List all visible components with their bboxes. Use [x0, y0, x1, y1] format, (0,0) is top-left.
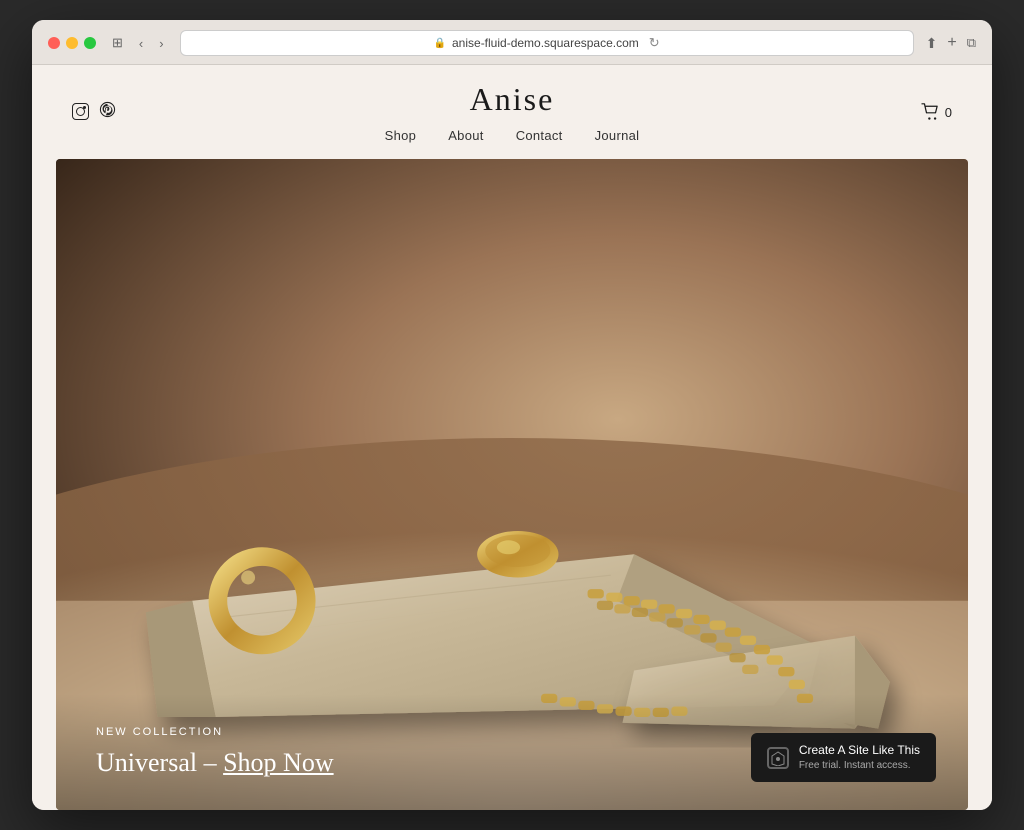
site-title: Anise — [470, 81, 555, 118]
badge-text: Create A Site Like This Free trial. Inst… — [799, 743, 920, 772]
traffic-lights — [48, 37, 96, 49]
social-icons — [72, 101, 116, 123]
badge-subtitle: Free trial. Instant access. — [799, 759, 920, 772]
cart-icon — [921, 103, 941, 121]
squarespace-logo — [767, 747, 789, 769]
nav-about[interactable]: About — [448, 128, 483, 143]
site-header: Anise 0 Shop About Contact Journal — [32, 65, 992, 159]
nav-contact[interactable]: Contact — [516, 128, 563, 143]
nav-shop[interactable]: Shop — [385, 128, 417, 143]
shop-now-button[interactable]: Shop Now — [223, 748, 334, 777]
hero-section: NEW COLLECTION Universal – Shop Now Crea… — [56, 159, 968, 810]
minimize-button[interactable] — [66, 37, 78, 49]
browser-chrome: ⊞ ‹ › 🔒 anise-fluid-demo.squarespace.com… — [32, 20, 992, 65]
browser-actions: ⬆ + ⧉ — [926, 34, 976, 52]
url-text: anise-fluid-demo.squarespace.com — [452, 36, 639, 50]
website-content: Anise 0 Shop About Contact Journal — [32, 65, 992, 810]
instagram-link[interactable] — [72, 103, 89, 121]
badge-title: Create A Site Like This — [799, 743, 920, 759]
cart-area[interactable]: 0 — [921, 103, 952, 121]
close-button[interactable] — [48, 37, 60, 49]
tagline-prefix: Universal – — [96, 748, 223, 777]
refresh-icon[interactable]: ↻ — [649, 35, 660, 51]
address-bar[interactable]: 🔒 anise-fluid-demo.squarespace.com ↻ — [180, 30, 914, 56]
browser-window: ⊞ ‹ › 🔒 anise-fluid-demo.squarespace.com… — [32, 20, 992, 810]
fullscreen-button[interactable] — [84, 37, 96, 49]
site-nav: Shop About Contact Journal — [385, 128, 640, 143]
lock-icon: 🔒 — [434, 38, 446, 49]
nav-journal[interactable]: Journal — [595, 128, 640, 143]
browser-controls: ⊞ ‹ › — [108, 33, 168, 53]
new-tab-button[interactable]: + — [947, 34, 956, 52]
tabs-button[interactable]: ⧉ — [967, 35, 976, 51]
squarespace-badge[interactable]: Create A Site Like This Free trial. Inst… — [751, 733, 936, 782]
instagram-icon — [72, 103, 89, 120]
forward-button[interactable]: › — [155, 34, 167, 53]
pinterest-icon — [99, 101, 116, 118]
cart-count: 0 — [945, 105, 952, 120]
sidebar-toggle-button[interactable]: ⊞ — [108, 33, 127, 53]
share-button[interactable]: ⬆ — [926, 35, 938, 52]
pinterest-link[interactable] — [99, 101, 116, 123]
back-button[interactable]: ‹ — [135, 34, 147, 53]
